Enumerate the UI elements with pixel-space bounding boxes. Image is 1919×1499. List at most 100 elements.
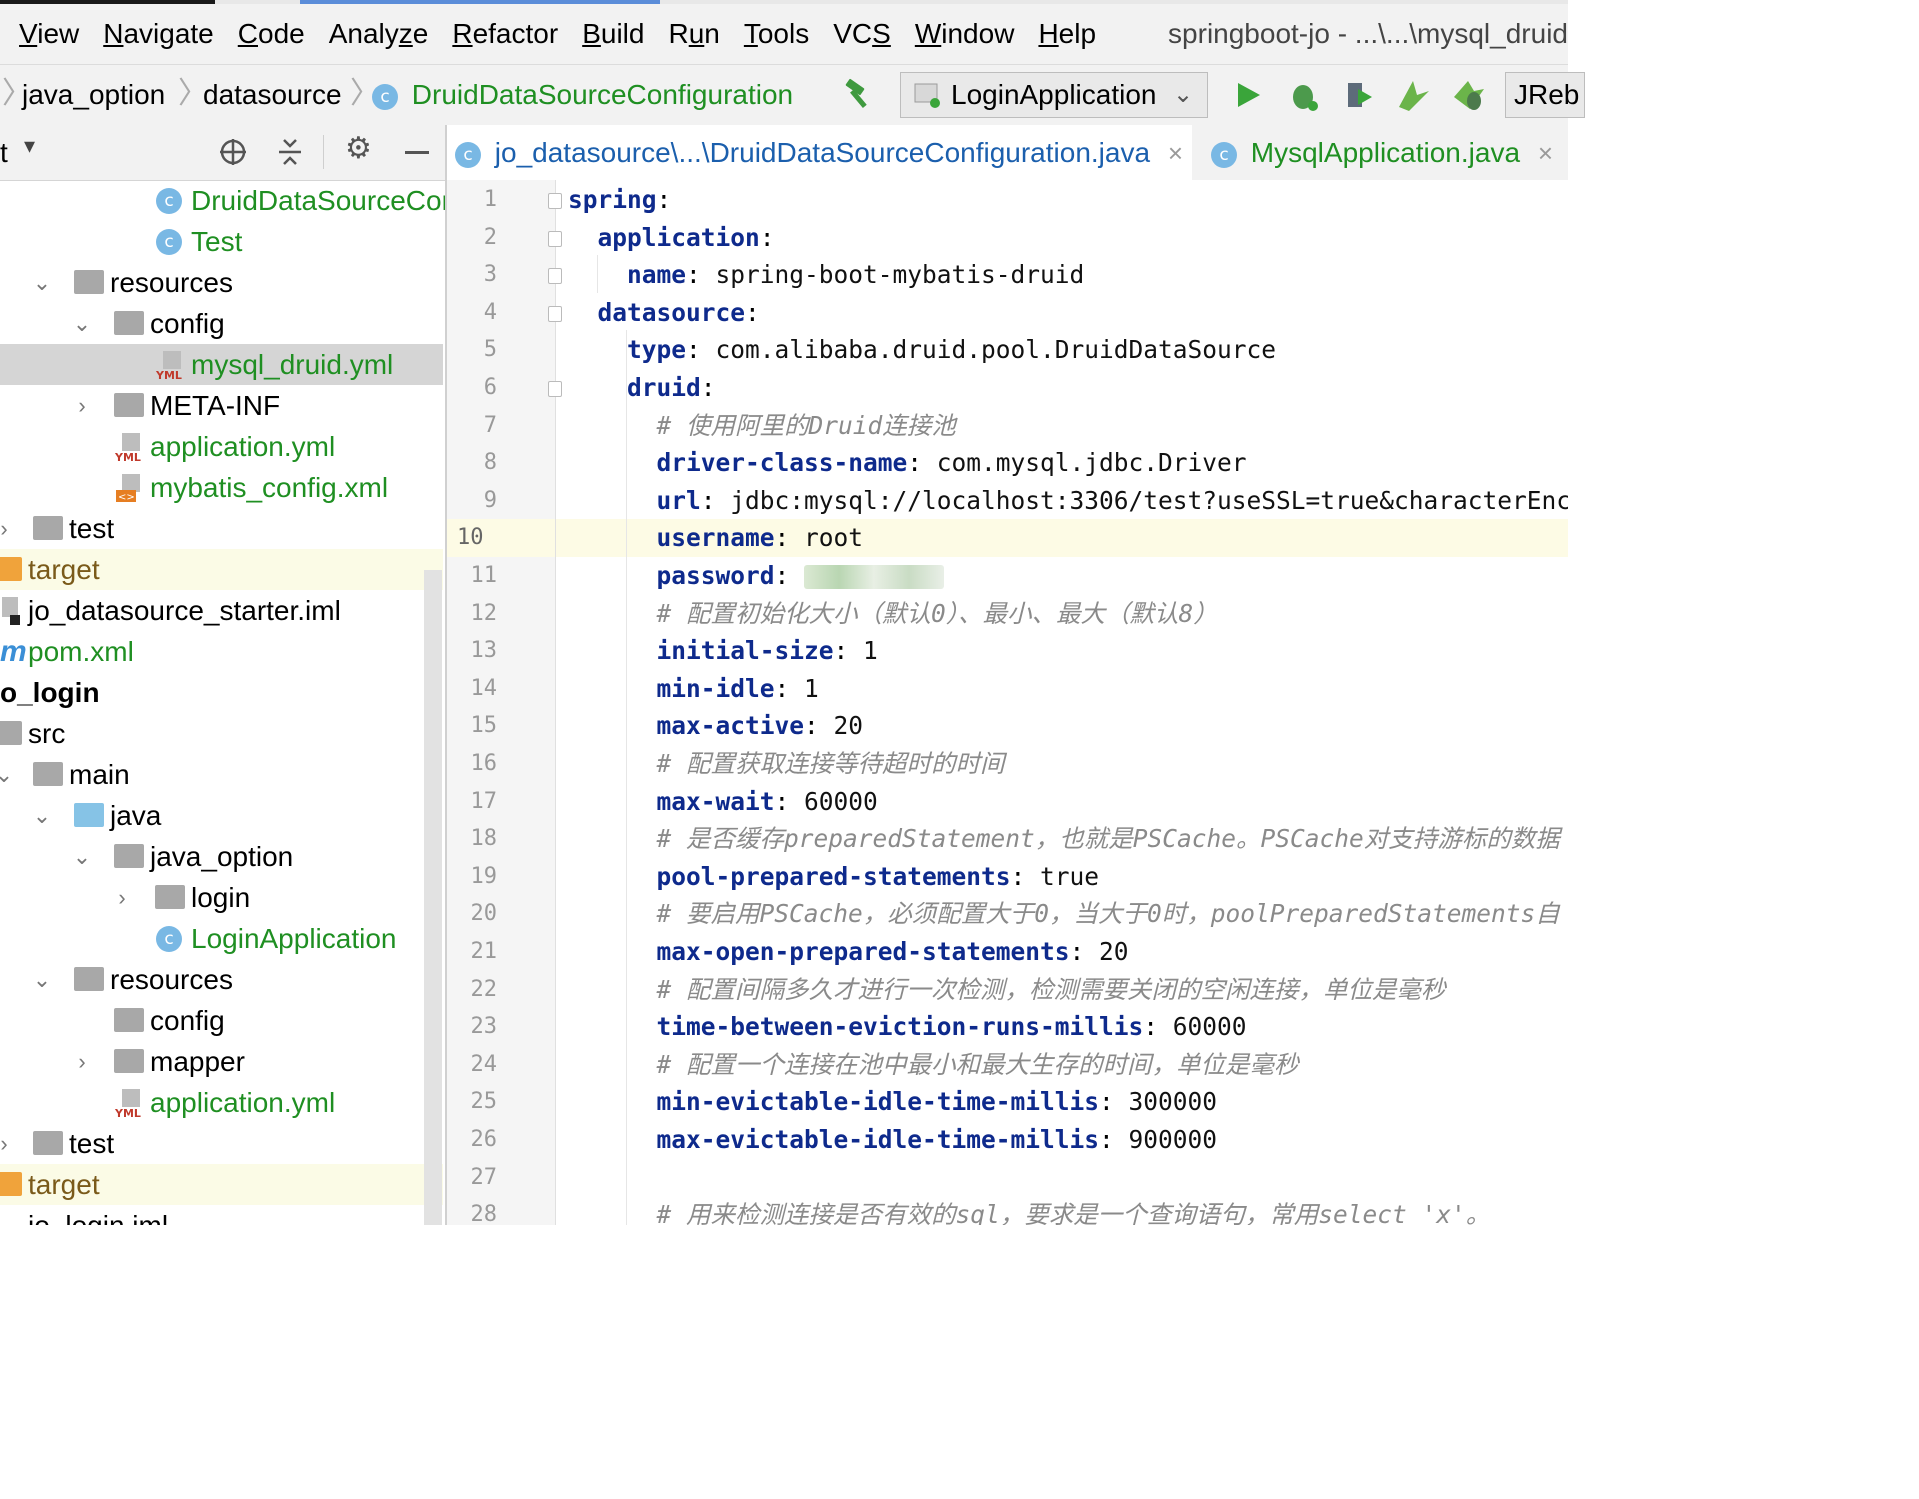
menu-help[interactable]: Help: [1026, 18, 1108, 50]
gear-icon[interactable]: ⚙: [345, 131, 372, 166]
menu-view[interactable]: View: [7, 18, 91, 50]
breadcrumb-java-option[interactable]: java_option: [22, 65, 165, 125]
code-line-text: min-evictable-idle-time-millis: 300000: [556, 1087, 1218, 1116]
jrebel-button[interactable]: JReb: [1505, 72, 1585, 118]
tree-item-label: java_option: [150, 841, 294, 872]
line-number: 17: [470, 788, 498, 814]
jrebel-debug-icon[interactable]: [1450, 77, 1486, 113]
tree-item-mybatis-config-xml[interactable]: <> mybatis_config.xml: [0, 467, 443, 508]
chevron-down-icon[interactable]: ⌄: [30, 959, 54, 1000]
tree-item-druid-datasource-config[interactable]: c DruidDataSourceCon: [0, 180, 445, 221]
breadcrumb-druid-config[interactable]: c DruidDataSourceConfiguration: [372, 65, 793, 125]
tree-item-starter-iml[interactable]: jo_datasource_starter.iml: [0, 590, 443, 631]
chevron-right-icon[interactable]: ›: [0, 508, 16, 549]
code-line: time-between-eviction-runs-millis: 60000: [556, 1008, 1568, 1046]
tree-item-label: main: [69, 759, 130, 790]
tree-item-jo-login-module[interactable]: o_login: [0, 672, 443, 713]
chevron-down-icon[interactable]: ⌄: [0, 754, 16, 795]
tab-label: jo_datasource\...\DruidDataSourceConfigu…: [494, 137, 1151, 168]
line-number: 28: [470, 1202, 498, 1228]
menu-window[interactable]: Window: [903, 18, 1027, 50]
run-icon[interactable]: [1230, 77, 1266, 113]
tree-item-resources[interactable]: ⌄ resources: [0, 262, 443, 303]
tree-item-login-package[interactable]: › login: [0, 877, 443, 918]
menu-vcs[interactable]: VCS: [821, 18, 903, 50]
chevron-down-icon[interactable]: ⌄: [30, 262, 54, 303]
line-number: 21: [470, 939, 498, 964]
jrebel-run-icon[interactable]: [1395, 77, 1431, 113]
collapse-all-icon[interactable]: [275, 137, 305, 167]
locate-target-icon[interactable]: [218, 137, 248, 167]
build-hammer-icon[interactable]: [840, 77, 876, 113]
project-view-title[interactable]: t: [0, 125, 8, 180]
tree-item-label: mysql_druid.yml: [191, 349, 394, 380]
project-tree-scrollbar[interactable]: [424, 570, 442, 1225]
tree-item-java-source[interactable]: ⌄ java: [0, 795, 443, 836]
tree-item-target-2[interactable]: target: [0, 1164, 443, 1205]
tree-item-meta-inf[interactable]: › META-INF: [0, 385, 443, 426]
fold-marker-icon[interactable]: [548, 381, 562, 397]
fold-marker-icon[interactable]: [548, 230, 562, 247]
tree-item-mysql-druid-yml[interactable]: YML mysql_druid.yml: [0, 344, 443, 385]
chevron-right-icon[interactable]: ›: [70, 385, 94, 426]
close-icon[interactable]: ×: [1538, 138, 1553, 168]
menu-run[interactable]: Run: [656, 18, 731, 50]
tree-item-test-class[interactable]: c Test: [0, 221, 443, 262]
chevron-right-icon[interactable]: ›: [70, 1041, 94, 1082]
menu-code[interactable]: Code: [226, 18, 317, 50]
tree-item-mapper[interactable]: › mapper: [0, 1041, 443, 1082]
tab-mysql-application[interactable]: c MysqlApplication.java ×: [1207, 125, 1568, 180]
line-number: 26: [470, 1127, 498, 1152]
tree-item-java-option[interactable]: ⌄ java_option: [0, 836, 443, 877]
menu-build[interactable]: Build: [570, 18, 656, 50]
debug-icon[interactable]: [1285, 77, 1321, 113]
breadcrumb-datasource[interactable]: datasource: [203, 65, 342, 125]
code-editor[interactable]: spring: application: name: spring-boot-m…: [556, 180, 1568, 1225]
tree-item-application-yml[interactable]: YML application.yml: [0, 426, 443, 467]
tree-item-config[interactable]: ⌄ config: [0, 303, 443, 344]
chevron-right-icon[interactable]: ›: [0, 1123, 16, 1164]
yaml-key: initial-size: [656, 636, 834, 666]
chevron-down-icon[interactable]: ▾: [24, 133, 35, 159]
run-configuration-select[interactable]: LoginApplication ⌄: [900, 72, 1208, 118]
tree-item-login-application[interactable]: c LoginApplication: [0, 918, 443, 959]
fold-marker-icon[interactable]: [548, 305, 562, 322]
chevron-down-icon[interactable]: ⌄: [30, 795, 54, 836]
code-line-text: # 配置间隔多久才进行一次检测，检测需要关闭的空闲连接，单位是毫秒: [556, 975, 1446, 1004]
chevron-right-icon[interactable]: ›: [110, 877, 134, 918]
fold-marker-icon[interactable]: [548, 193, 562, 209]
menu-tools[interactable]: Tools: [732, 18, 821, 50]
tree-item-target[interactable]: target: [0, 549, 443, 590]
code-line-text: application:: [556, 223, 789, 252]
tree-item-application-yml-2[interactable]: YML application.yml: [0, 1082, 443, 1123]
tree-item-pom-xml[interactable]: m pom.xml: [0, 631, 443, 672]
line-number: 27: [470, 1164, 498, 1190]
menu-refactor[interactable]: Refactor: [440, 18, 570, 50]
yaml-key: type: [627, 335, 687, 365]
menu-navigate[interactable]: Navigate: [91, 18, 226, 50]
menu-analyze[interactable]: Analyze: [317, 18, 441, 50]
chevron-down-icon[interactable]: ⌄: [70, 836, 94, 877]
close-icon[interactable]: ×: [1168, 138, 1183, 168]
fold-marker-icon[interactable]: [548, 268, 562, 285]
tree-item-config-2[interactable]: config: [0, 1000, 443, 1041]
yaml-colon: :: [774, 561, 805, 590]
line-number: 15: [470, 713, 498, 739]
coverage-icon[interactable]: [1340, 77, 1376, 113]
yaml-comment: # 配置初始化大小（默认0）、最小、最大（默认8）: [656, 598, 1218, 628]
project-panel: t ▾ ⚙ c DruidDataSourceCon c Test ⌄ reso…: [0, 125, 447, 1225]
minimize-icon[interactable]: [405, 151, 429, 154]
chevron-down-icon[interactable]: ⌄: [70, 303, 94, 344]
tree-item-test-folder-2[interactable]: › test: [0, 1123, 443, 1164]
tree-item-src[interactable]: src: [0, 713, 443, 754]
tab-druid-datasource-config[interactable]: c jo_datasource\...\DruidDataSourceConfi…: [447, 125, 1192, 180]
tree-item-main[interactable]: ⌄ main: [0, 754, 443, 795]
tree-item-test-folder[interactable]: › test: [0, 508, 443, 549]
line-number: 1: [483, 187, 497, 212]
tree-item-resources-2[interactable]: ⌄ resources: [0, 959, 443, 1000]
tree-item-login-iml[interactable]: jo_login.iml: [0, 1205, 443, 1225]
